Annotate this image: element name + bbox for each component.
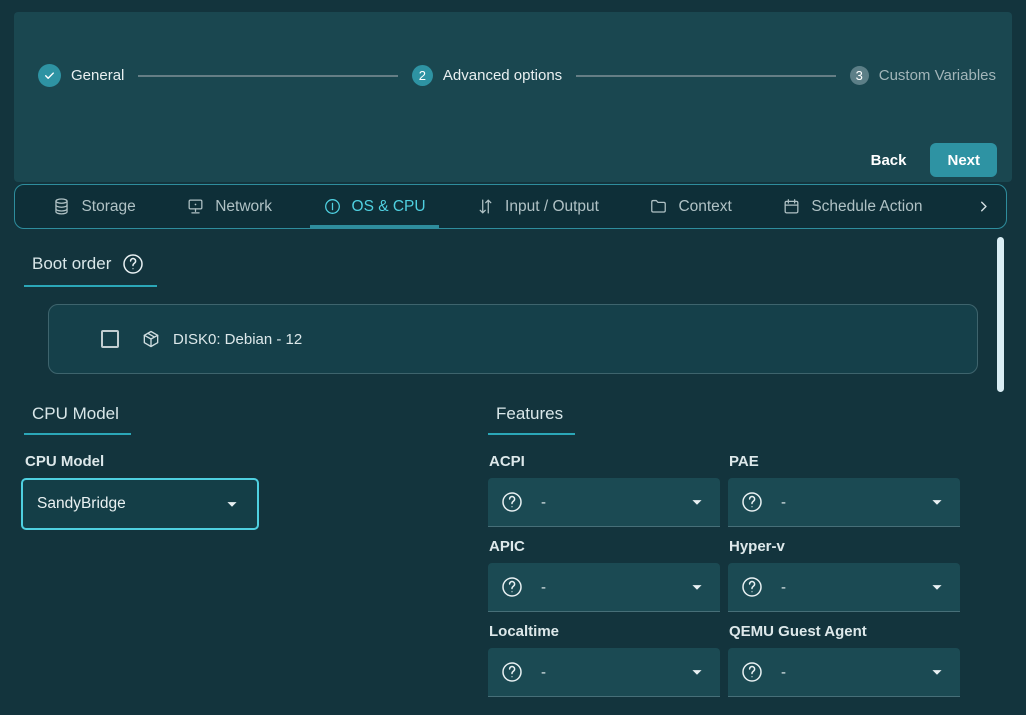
step-label: General [71,67,124,84]
feature-field-acpi: ACPI - [488,453,720,527]
select-value: - [781,494,786,511]
feature-label: ACPI [489,453,720,470]
select-value: - [781,664,786,681]
help-icon[interactable] [500,660,524,684]
tab-label: Schedule Action [811,198,922,216]
package-icon [141,329,161,349]
calendar-icon [782,197,801,216]
database-icon [52,197,71,216]
tab-os-and-cpu[interactable]: OS & CPU [310,185,439,228]
cpu-model-select[interactable]: SandyBridge [21,478,259,530]
content-scrollbar-thumb[interactable] [997,237,1004,392]
features-heading: Features [488,404,575,435]
tab-schedule-action[interactable]: Schedule Action [769,185,935,228]
boot-order-section: Boot order DISK0: Debian - 12 [24,252,1002,374]
cpu-model-section: CPU Model CPU Model SandyBridge [0,404,488,697]
step-number-badge: 3 [850,66,869,85]
info-circle-icon [323,197,342,216]
arrows-down-up-icon [476,197,495,216]
help-icon[interactable] [740,490,764,514]
feature-label: QEMU Guest Agent [729,623,960,640]
select-value: - [541,494,546,511]
step-label: Custom Variables [879,67,996,84]
localtime-select[interactable]: - [488,648,720,697]
features-grid: ACPI - PAE [488,453,960,697]
step-custom-variables[interactable]: 3 Custom Variables [850,66,996,85]
tab-storage[interactable]: Storage [39,185,148,228]
tabs-scroll-right-button[interactable] [960,185,1006,228]
qemu-guest-agent-select[interactable]: - [728,648,960,697]
caret-down-icon [686,576,708,598]
feature-field-qemu-guest-agent: QEMU Guest Agent - [728,623,960,697]
step-completed-check-icon [38,64,61,87]
wizard-actions: Back Next [861,143,997,177]
content-columns: CPU Model CPU Model SandyBridge Features… [0,404,1026,697]
select-value: - [781,579,786,596]
advanced-options-tabbar: Storage Network OS & CPU [14,184,1007,229]
apic-select[interactable]: - [488,563,720,612]
chevron-right-icon [975,198,992,215]
tab-label: Input / Output [505,198,599,216]
features-section: Features ACPI - PAE [488,404,960,697]
caret-down-icon [221,493,243,515]
section-title: Features [496,404,563,424]
boot-order-disk-row[interactable]: DISK0: Debian - 12 [48,304,978,374]
feature-field-localtime: Localtime - [488,623,720,697]
tab-label: Storage [81,198,135,216]
tab-label: Context [678,198,731,216]
tab-label: OS & CPU [352,198,426,216]
section-title: CPU Model [32,404,119,424]
step-number-badge: 2 [412,65,433,86]
stepper-connector [576,75,836,77]
feature-label: PAE [729,453,960,470]
tab-label: Network [215,198,272,216]
back-button[interactable]: Back [861,146,917,175]
step-general[interactable]: General [38,64,124,87]
acpi-select[interactable]: - [488,478,720,527]
help-icon[interactable] [740,575,764,599]
feature-field-pae: PAE - [728,453,960,527]
select-value: - [541,579,546,596]
help-icon[interactable] [121,252,145,276]
help-icon[interactable] [500,575,524,599]
step-advanced-options[interactable]: 2 Advanced options [412,65,562,86]
caret-down-icon [926,576,948,598]
feature-field-apic: APIC - [488,538,720,612]
stepper-connector [138,75,398,77]
caret-down-icon [926,661,948,683]
network-icon [186,197,205,216]
caret-down-icon [686,491,708,513]
os-cpu-tab-content: Boot order DISK0: Debian - 12 [0,229,1026,715]
caret-down-icon [926,491,948,513]
boot-order-heading: Boot order [24,252,157,287]
tab-network[interactable]: Network [173,185,285,228]
feature-label: Localtime [489,623,720,640]
feature-label: APIC [489,538,720,555]
active-tab-indicator [310,225,439,228]
cpu-model-heading: CPU Model [24,404,131,435]
help-icon[interactable] [740,660,764,684]
select-value: - [541,664,546,681]
disk-checkbox[interactable] [101,330,119,348]
hyperv-select[interactable]: - [728,563,960,612]
tabs-row: Storage Network OS & CPU [15,185,960,228]
wizard-header-card: General 2 Advanced options 3 Custom Vari… [14,12,1012,182]
tab-input-output[interactable]: Input / Output [463,185,612,228]
help-icon[interactable] [500,490,524,514]
pae-select[interactable]: - [728,478,960,527]
cpu-model-field-label: CPU Model [25,453,488,470]
feature-label: Hyper-v [729,538,960,555]
wizard-stepper: General 2 Advanced options 3 Custom Vari… [38,64,996,87]
feature-field-hyperv: Hyper-v - [728,538,960,612]
caret-down-icon [686,661,708,683]
disk-label: DISK0: Debian - 12 [173,331,302,348]
cpu-model-select-value: SandyBridge [37,495,126,513]
step-label: Advanced options [443,67,562,84]
folder-icon [649,197,668,216]
section-title: Boot order [32,254,111,274]
tab-context[interactable]: Context [636,185,744,228]
next-button[interactable]: Next [930,143,997,177]
